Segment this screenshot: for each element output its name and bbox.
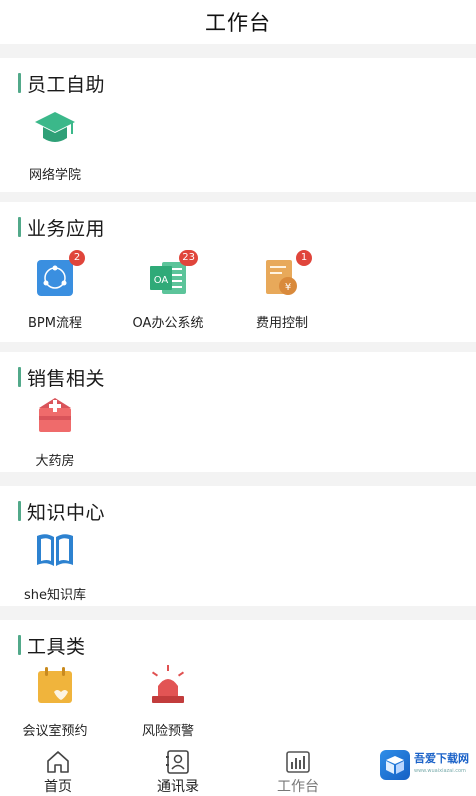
watermark-text: 吾爱下载网 www.wuaixiazai.com <box>414 752 469 778</box>
section-business-apps: 业务应用 2 BPM流程 OA 23 OA办公系统 ¥ 1 费用控制 <box>0 202 476 342</box>
alarm-light-icon <box>146 664 190 708</box>
section-employee-self-service: 员工自助 网络学院 <box>0 58 476 192</box>
app-tile-bpm-flow[interactable]: 2 BPM流程 <box>0 250 110 338</box>
app-tile-knowledge-base[interactable]: she知识库 <box>0 528 110 610</box>
bpm-flow-icon: 2 <box>33 250 85 300</box>
oa-system-icon: OA 23 <box>146 250 198 300</box>
notification-badge: 1 <box>296 250 312 266</box>
section-title: 知识中心 <box>27 501 106 524</box>
tab-home[interactable]: 首页 <box>8 744 108 796</box>
section-accent-bar <box>18 635 21 655</box>
app-tile-label: 网络学院 <box>28 168 81 183</box>
expense-control-icon: ¥ 1 <box>260 250 312 300</box>
svg-text:¥: ¥ <box>285 282 291 293</box>
section-header: 工具类 <box>18 634 86 658</box>
app-tile-meeting-room-booking[interactable]: 会议室预约 <box>0 664 110 746</box>
notification-badge: 23 <box>179 250 198 266</box>
section-accent-bar <box>18 217 21 237</box>
notification-badge: 2 <box>69 250 85 266</box>
tab-label: 首页 <box>44 779 72 795</box>
app-tile-label: OA办公系统 <box>132 316 204 331</box>
section-title: 销售相关 <box>27 367 106 390</box>
app-tile-expense-control[interactable]: ¥ 1 费用控制 <box>227 250 337 338</box>
section-header: 知识中心 <box>18 500 106 524</box>
svg-text:OA: OA <box>154 275 169 286</box>
section-title: 业务应用 <box>27 217 106 240</box>
watermark-cube-icon <box>380 750 410 780</box>
app-tile-risk-alert[interactable]: 风险预警 <box>113 664 223 746</box>
app-tile-label: 大药房 <box>35 454 75 469</box>
section-header: 销售相关 <box>18 366 106 390</box>
tab-label: 通讯录 <box>157 779 199 795</box>
section-knowledge-center: 知识中心 she知识库 <box>0 486 476 606</box>
section-title: 工具类 <box>27 635 86 658</box>
app-tile-label: 会议室预约 <box>22 724 88 739</box>
contacts-icon <box>165 750 191 774</box>
pharmacy-icon <box>33 394 77 438</box>
section-accent-bar <box>18 501 21 521</box>
section-header: 员工自助 <box>18 72 106 96</box>
section-header: 业务应用 <box>18 216 106 240</box>
home-icon <box>45 750 71 774</box>
app-tile-label: she知识库 <box>23 588 86 603</box>
app-tile-label: 费用控制 <box>255 316 308 331</box>
workbench-icon <box>285 750 311 774</box>
graduation-cap-icon <box>33 108 77 152</box>
book-icon <box>33 528 77 572</box>
section-accent-bar <box>18 367 21 387</box>
app-tile-pharmacy[interactable]: 大药房 <box>0 394 110 476</box>
app-tile-network-academy[interactable]: 网络学院 <box>0 108 110 190</box>
app-tile-oa-system[interactable]: OA 23 OA办公系统 <box>113 250 223 338</box>
tab-contacts[interactable]: 通讯录 <box>128 744 228 796</box>
section-tools: 工具类 会议室预约 风险预警 <box>0 620 476 744</box>
watermark-title: 吾爱下载网 <box>414 752 469 765</box>
section-sales: 销售相关 大药房 <box>0 352 476 472</box>
section-title: 员工自助 <box>27 73 106 96</box>
tab-workbench[interactable]: 工作台 <box>248 744 348 796</box>
app-tile-label: BPM流程 <box>28 316 82 331</box>
app-tile-label: 风险预警 <box>141 724 194 739</box>
top-bar: 工作台 <box>0 0 476 44</box>
watermark-logo: 吾爱下载网 www.wuaixiazai.com <box>380 748 472 782</box>
section-accent-bar <box>18 73 21 93</box>
page-title: 工作台 <box>205 11 271 35</box>
calendar-icon <box>33 664 77 708</box>
watermark-url: www.wuaixiazai.com <box>414 768 466 774</box>
tab-label: 工作台 <box>277 779 319 795</box>
